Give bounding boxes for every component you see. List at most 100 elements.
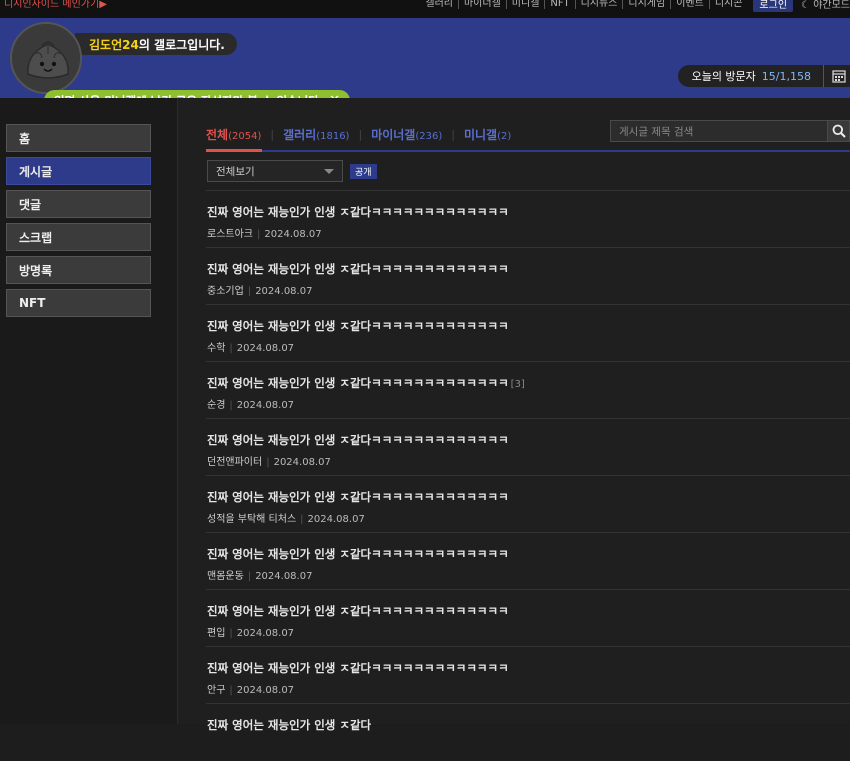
nav-event[interactable]: 이벤트 [671,0,710,9]
nav-dc-game[interactable]: 디시게임 [623,0,672,9]
nav-dc-news[interactable]: 디시뉴스 [576,0,624,9]
sidebar-item-home[interactable]: 홈 [6,124,151,152]
moon-icon: ☾ [801,0,810,11]
post-title-text[interactable]: 진짜 영어는 재능인가 인생 ㅈ같다ㅋㅋㅋㅋㅋㅋㅋㅋㅋㅋㅋㅋㅋ [207,433,509,447]
tab-mini-count: (2) [497,131,512,142]
post-title-text[interactable]: 진짜 영어는 재능인가 인생 ㅈ같다ㅋㅋㅋㅋㅋㅋㅋㅋㅋㅋㅋㅋㅋ [207,205,509,219]
main-link-label[interactable]: 디시인사이드 메인가기 [4,0,99,10]
sidebar-item-guestbook[interactable]: 방명록 [6,256,151,284]
post-title[interactable]: 진짜 영어는 재능인가 인생 ㅈ같다ㅋㅋㅋㅋㅋㅋㅋㅋㅋㅋㅋㅋㅋ [207,489,511,505]
list-item[interactable]: 진짜 영어는 재능인가 인생 ㅈ같다ㅋㅋㅋㅋㅋㅋㅋㅋㅋㅋㅋㅋㅋ 편입 | 2024.… [206,590,850,647]
tab-divider: | [270,128,275,141]
post-title-text[interactable]: 진짜 영어는 재능인가 인생 ㅈ같다ㅋㅋㅋㅋㅋㅋㅋㅋㅋㅋㅋㅋㅋ [207,376,509,390]
avatar-mascot [12,24,80,92]
post-title-text[interactable]: 진짜 영어는 재능인가 인생 ㅈ같다ㅋㅋㅋㅋㅋㅋㅋㅋㅋㅋㅋㅋㅋ [207,319,509,333]
nav-nft[interactable]: NFT [545,0,576,9]
tab-gallery-count: (1816) [316,131,350,142]
sidebar-item-comments[interactable]: 댓글 [6,190,151,218]
post-title[interactable]: 진짜 영어는 재능인가 인생 ㅈ같다ㅋㅋㅋㅋㅋㅋㅋㅋㅋㅋㅋㅋㅋ [207,318,511,334]
view-filter-select[interactable]: 전체보기 [207,160,343,182]
post-date: 2024.08.07 [236,628,295,639]
sidebar-item-scrap[interactable]: 스크랩 [6,223,151,251]
nav-dccon[interactable]: 디시콘 [710,0,748,9]
post-title-text[interactable]: 진짜 영어는 재능인가 인생 ㅈ같다ㅋㅋㅋㅋㅋㅋㅋㅋㅋㅋㅋㅋㅋ [207,604,509,618]
post-date: 2024.08.07 [255,571,313,582]
public-badge[interactable]: 공개 [350,164,377,179]
sidebar-item-posts[interactable]: 게시글 [6,157,151,185]
calendar-button[interactable] [823,65,850,87]
avatar [10,22,82,94]
list-item[interactable]: 진짜 영어는 재능인가 인생 ㅈ같다 [206,704,850,761]
owner-nickname[interactable]: 김도언24 [89,36,139,53]
tab-all[interactable]: 전체(2054) [206,126,261,143]
post-title[interactable]: 진짜 영어는 재능인가 인생 ㅈ같다ㅋㅋㅋㅋㅋㅋㅋㅋㅋㅋㅋㅋㅋ [3] [207,375,525,391]
tab-mini-gallery[interactable]: 미니갤(2) [464,126,511,143]
sidebar-item-nft[interactable]: NFT [6,289,151,317]
post-title[interactable]: 진짜 영어는 재능인가 인생 ㅈ같다ㅋㅋㅋㅋㅋㅋㅋㅋㅋㅋㅋㅋㅋ [207,432,511,448]
post-title[interactable]: 진짜 영어는 재능인가 인생 ㅈ같다ㅋㅋㅋㅋㅋㅋㅋㅋㅋㅋㅋㅋㅋ [207,261,511,277]
meta-divider: | [229,400,233,411]
list-item[interactable]: 진짜 영어는 재능인가 인생 ㅈ같다ㅋㅋㅋㅋㅋㅋㅋㅋㅋㅋㅋㅋㅋ 수학 | 2024.… [206,305,850,362]
list-item[interactable]: 진짜 영어는 재능인가 인생 ㅈ같다ㅋㅋㅋㅋㅋㅋㅋㅋㅋㅋㅋㅋㅋ 안구 | 2024.… [206,647,850,704]
post-title[interactable]: 진짜 영어는 재능인가 인생 ㅈ같다ㅋㅋㅋㅋㅋㅋㅋㅋㅋㅋㅋㅋㅋ [207,660,511,676]
filter-selected: 전체보기 [216,165,255,178]
nav-gallery[interactable]: 갤러리 [420,0,459,9]
post-title[interactable]: 진짜 영어는 재능인가 인생 ㅈ같다ㅋㅋㅋㅋㅋㅋㅋㅋㅋㅋㅋㅋㅋ [207,546,511,562]
post-gallery[interactable]: 로스트아크 [207,229,253,240]
owner-title-suffix: 의 갤로그입니다. [138,37,225,52]
tab-minor-gallery[interactable]: 마이너갤(236) [371,126,442,143]
post-meta: 수학 | 2024.08.07 [207,339,294,354]
meta-divider: | [300,514,304,525]
post-gallery[interactable]: 던전앤파이터 [207,457,262,468]
post-gallery[interactable]: 성적을 부탁해 티처스 [207,514,296,525]
night-mode-toggle[interactable]: ☾ 야간모드 [799,0,850,11]
post-gallery[interactable]: 맨몸운동 [207,571,244,582]
post-tabs: 전체(2054) | 갤러리(1816) | 마이너갤(236) | 미니갤(2… [206,126,511,143]
list-item[interactable]: 진짜 영어는 재능인가 인생 ㅈ같다ㅋㅋㅋㅋㅋㅋㅋㅋㅋㅋㅋㅋㅋ 성적을 부탁해 … [206,476,850,533]
post-date: 2024.08.07 [236,343,295,354]
post-gallery[interactable]: 중소기업 [207,286,244,297]
post-title-text[interactable]: 진짜 영어는 재능인가 인생 ㅈ같다 [207,718,371,732]
list-item[interactable]: 진짜 영어는 재능인가 인생 ㅈ같다ㅋㅋㅋㅋㅋㅋㅋㅋㅋㅋㅋㅋㅋ 중소기업 | 202… [206,248,850,305]
post-meta: 던전앤파이터 | 2024.08.07 [207,453,331,468]
post-title-text[interactable]: 진짜 영어는 재능인가 인생 ㅈ같다ㅋㅋㅋㅋㅋㅋㅋㅋㅋㅋㅋㅋㅋ [207,661,509,675]
tab-gallery-label: 갤러리 [283,128,317,142]
post-title-text[interactable]: 진짜 영어는 재능인가 인생 ㅈ같다ㅋㅋㅋㅋㅋㅋㅋㅋㅋㅋㅋㅋㅋ [207,490,509,504]
post-gallery[interactable]: 수학 [207,343,225,354]
post-title[interactable]: 진짜 영어는 재능인가 인생 ㅈ같다ㅋㅋㅋㅋㅋㅋㅋㅋㅋㅋㅋㅋㅋ [207,204,511,220]
reply-count: [3] [510,379,525,390]
post-meta: 안구 | 2024.08.07 [207,681,294,696]
post-meta: 맨몸운동 | 2024.08.07 [207,567,312,582]
main-site-link[interactable]: 디시인사이드 메인가기▶ [4,0,107,10]
post-meta: 로스트아크 | 2024.08.07 [207,225,322,240]
search-button[interactable] [828,120,850,142]
post-gallery[interactable]: 순경 [207,400,225,411]
list-item[interactable]: 진짜 영어는 재능인가 인생 ㅈ같다ㅋㅋㅋㅋㅋㅋㅋㅋㅋㅋㅋㅋㅋ 던전앤파이터 | 2… [206,419,850,476]
search-input[interactable]: 게시글 제목 검색 [610,120,828,142]
nav-minor-gallery[interactable]: 마이너갤 [459,0,507,9]
post-meta: 편입 | 2024.08.07 [207,624,294,639]
nav-mini-gallery[interactable]: 미니갤 [507,0,546,9]
owner-title: 김도언24 의 갤로그입니다. [75,33,237,55]
calendar-icon [832,70,846,83]
post-title[interactable]: 진짜 영어는 재능인가 인생 ㅈ같다 [207,717,371,733]
post-meta: 성적을 부탁해 티처스 | 2024.08.07 [207,510,365,525]
login-button[interactable]: 로그인 [753,0,794,12]
visitors-label: 오늘의 방문자 [691,70,756,83]
active-tab-indicator [206,149,262,152]
list-item[interactable]: 진짜 영어는 재능인가 인생 ㅈ같다ㅋㅋㅋㅋㅋㅋㅋㅋㅋㅋㅋㅋㅋ [3] 순경 | 20… [206,362,850,419]
meta-divider: | [229,685,233,696]
post-meta: 순경 | 2024.08.07 [207,396,294,411]
post-gallery[interactable]: 편입 [207,628,225,639]
post-title-text[interactable]: 진짜 영어는 재능인가 인생 ㅈ같다ㅋㅋㅋㅋㅋㅋㅋㅋㅋㅋㅋㅋㅋ [207,547,509,561]
list-item[interactable]: 진짜 영어는 재능인가 인생 ㅈ같다ㅋㅋㅋㅋㅋㅋㅋㅋㅋㅋㅋㅋㅋ 로스트아크 | 20… [206,191,850,248]
meta-divider: | [229,628,233,639]
post-gallery[interactable]: 안구 [207,685,225,696]
today-visitors: 오늘의 방문자 15/1,158 [677,65,850,87]
tab-gallery[interactable]: 갤러리(1816) [283,126,349,143]
gallog-header: 김도언24 의 갤로그입니다. 오늘의 방문자 15/1,158 [0,18,850,98]
list-item[interactable]: 진짜 영어는 재능인가 인생 ㅈ같다ㅋㅋㅋㅋㅋㅋㅋㅋㅋㅋㅋㅋㅋ 맨몸운동 | 202… [206,533,850,590]
triangle-right-icon: ▶ [99,0,107,10]
post-title-text[interactable]: 진짜 영어는 재능인가 인생 ㅈ같다ㅋㅋㅋㅋㅋㅋㅋㅋㅋㅋㅋㅋㅋ [207,262,509,276]
post-title[interactable]: 진짜 영어는 재능인가 인생 ㅈ같다ㅋㅋㅋㅋㅋㅋㅋㅋㅋㅋㅋㅋㅋ [207,603,511,619]
